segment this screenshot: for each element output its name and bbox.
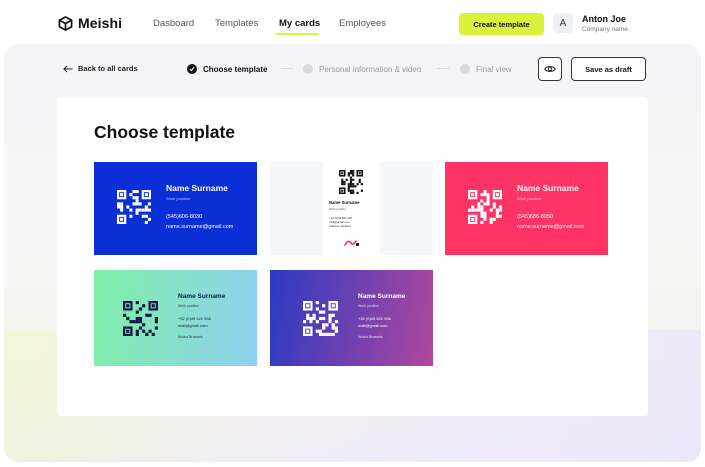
card-name: Name Surname	[178, 293, 226, 300]
card-email: name.surname@gmail.com	[166, 224, 234, 230]
card-name: Name Surname	[329, 200, 360, 205]
template-card-pink[interactable]: Name Surname Work position (545)686-8050…	[445, 162, 608, 255]
top-navbar: Meishi Dasboard Templates My cards Emplo…	[0, 0, 705, 48]
step-connector	[281, 68, 293, 69]
nav-active-indicator	[276, 33, 319, 35]
qr-code-icon	[468, 190, 502, 224]
logo-mark-icon	[344, 240, 360, 247]
qr-code-icon	[339, 170, 363, 194]
card-name: Name Surname	[358, 293, 406, 300]
nav-employees[interactable]: Employees	[339, 18, 386, 29]
step-personal-information[interactable]: Personal information & video	[303, 64, 421, 74]
step-label: Personal information & video	[319, 64, 422, 74]
qr-code-icon	[117, 190, 151, 224]
create-template-button[interactable]: Create template	[459, 13, 544, 35]
card-phone: +32 (0)49 521 936	[358, 316, 391, 321]
logo[interactable]: Meishi	[58, 15, 122, 31]
card-email: mail@gmail.com	[178, 323, 208, 328]
save-as-draft-button[interactable]: Save as draft	[571, 57, 646, 81]
nav-templates[interactable]: Templates	[215, 18, 258, 29]
nav-my-cards[interactable]: My cards	[279, 18, 320, 29]
template-card-white-vertical[interactable]: Name Surname Work position +32 (0)49 521…	[270, 162, 433, 255]
qr-code-icon	[123, 301, 158, 336]
card-address: Address, Address	[329, 224, 351, 228]
back-label: Back to all cards	[78, 64, 138, 73]
preview-button[interactable]	[538, 57, 562, 81]
step-final-view[interactable]: Final view	[460, 64, 512, 74]
page-title: Choose template	[94, 122, 235, 142]
card-phone: +32 (0)49 521 936	[178, 316, 211, 321]
card-position: Work position	[178, 304, 200, 308]
card-phone: (545)686-8050	[517, 214, 554, 220]
step-choose-template[interactable]: Choose template	[187, 64, 267, 74]
card-email: name.surname@gmail.com	[517, 224, 585, 230]
template-card-blue[interactable]: Name Surname Work position (545)606-8030…	[94, 162, 257, 255]
back-to-all-cards-link[interactable]: Back to all cards	[63, 64, 138, 73]
step-dot	[303, 64, 313, 74]
qr-code-icon	[303, 301, 338, 336]
card-address: Nodus Brussels	[178, 335, 203, 339]
brand-name: Meishi	[78, 15, 123, 31]
template-panel	[57, 97, 648, 416]
step-dot	[460, 64, 470, 74]
card-position: Work position	[517, 196, 542, 201]
eye-icon	[544, 66, 556, 72]
company-name: Company name	[582, 26, 628, 33]
nav-dashboard[interactable]: Dasboard	[153, 18, 194, 29]
card-address: Nodus Brussels	[358, 335, 383, 339]
step-connector	[437, 68, 450, 69]
card-phone: (545)606-8030	[166, 214, 203, 220]
card-name: Name Surname	[517, 183, 579, 193]
template-card-green-gradient[interactable]: Name Surname Work position +32 (0)49 521…	[94, 270, 257, 366]
card-name: Name Surname	[166, 183, 228, 193]
card-position: Work position	[329, 207, 346, 211]
check-icon	[187, 64, 197, 74]
card-position: Work position	[358, 304, 380, 308]
cube-logo-icon	[58, 15, 73, 31]
user-name[interactable]: Anton Joe	[582, 14, 626, 24]
avatar[interactable]: A	[553, 13, 573, 33]
step-label: Choose template	[203, 64, 268, 74]
card-position: Work position	[166, 196, 191, 201]
arrow-left-icon	[63, 65, 73, 72]
step-label: Final view	[476, 64, 512, 74]
template-card-purple-gradient[interactable]: Name Surname Work position +32 (0)49 521…	[270, 270, 433, 366]
card-email: mail@gmail.com	[358, 323, 388, 328]
